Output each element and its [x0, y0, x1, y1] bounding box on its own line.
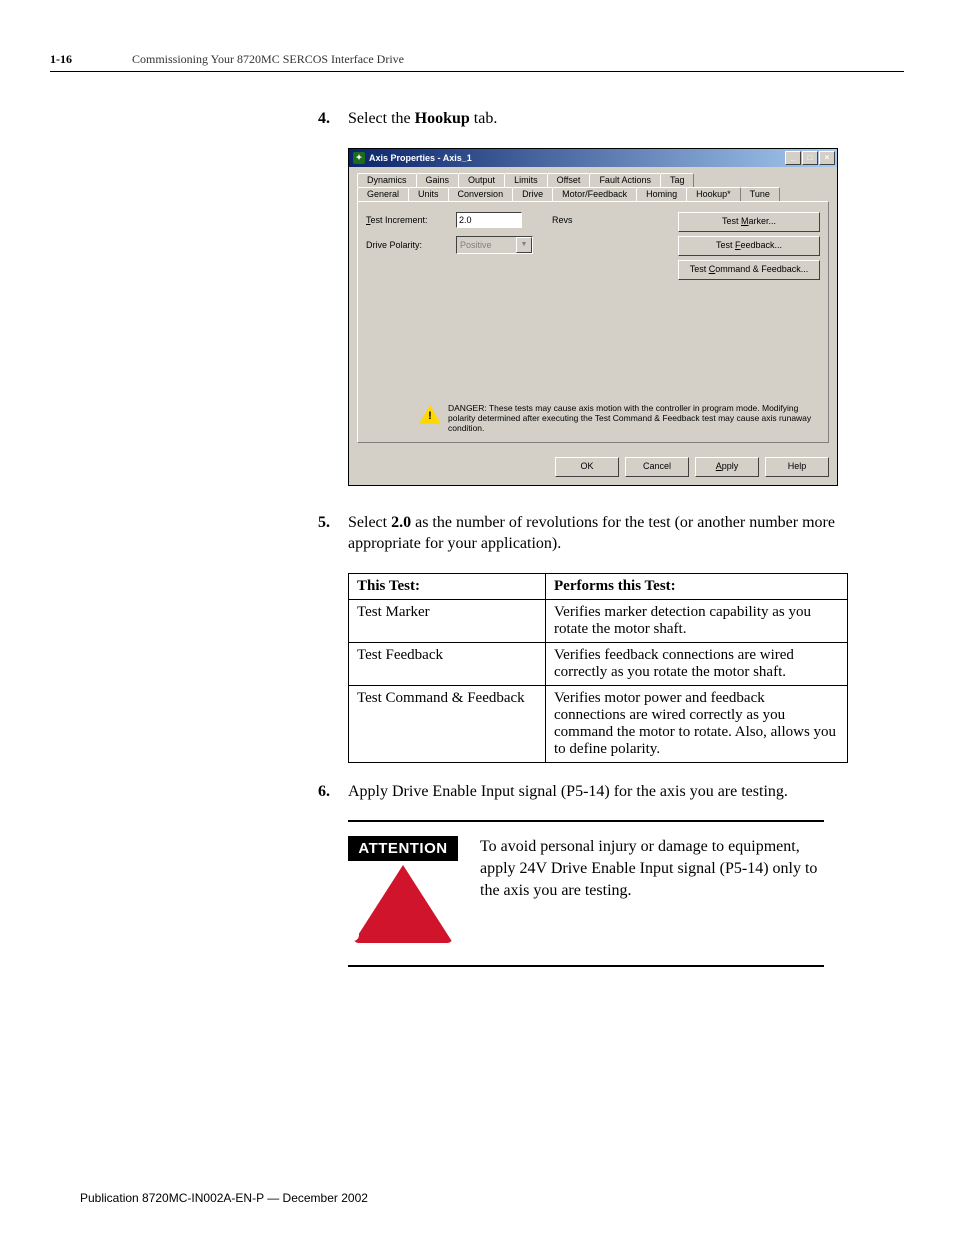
drive-polarity-value: Positive: [460, 240, 492, 250]
main-content: 4. Select the Hookup tab. ✦ Axis Propert…: [318, 108, 854, 967]
tab-panel-hookup: Test Increment: 2.0 Revs Drive Polarity:…: [357, 201, 829, 443]
axis-properties-dialog: ✦ Axis Properties - Axis_1 _ □ × Dynamic…: [348, 148, 838, 486]
publication-footer: Publication 8720MC-IN002A-EN-P — Decembe…: [80, 1191, 368, 1205]
apply-button[interactable]: Apply: [695, 457, 759, 477]
exclamation-body: [348, 887, 358, 923]
test-command-feedback-button[interactable]: Test Command & Feedback...: [678, 260, 820, 280]
attention-triangle-icon: [353, 865, 453, 943]
ok-button[interactable]: OK: [555, 457, 619, 477]
attention-box: ATTENTION To avoid personal injury or da…: [348, 820, 824, 967]
step-number: 5.: [318, 512, 348, 555]
attention-icon-column: ATTENTION: [348, 836, 458, 945]
warning-icon: !: [418, 404, 442, 426]
table-row: Test Feedback Verifies feedback connecti…: [349, 642, 848, 685]
step-6: 6. Apply Drive Enable Input signal (P5-1…: [318, 781, 854, 803]
tab-motor-feedback[interactable]: Motor/Feedback: [552, 187, 637, 201]
step-text: Apply Drive Enable Input signal (P5-14) …: [348, 781, 854, 803]
tab-conversion[interactable]: Conversion: [448, 187, 514, 201]
test-increment-unit: Revs: [552, 215, 573, 225]
dialog-title: Axis Properties - Axis_1: [369, 153, 785, 163]
attention-label: ATTENTION: [348, 836, 457, 861]
drive-polarity-select[interactable]: Positive ▼: [456, 236, 533, 254]
maximize-button[interactable]: □: [802, 151, 818, 165]
step-4: 4. Select the Hookup tab.: [318, 108, 854, 130]
page-number: 1-16: [50, 52, 72, 67]
tab-offset[interactable]: Offset: [547, 173, 591, 187]
test-buttons: Test Marker... Test Feedback... Test Com…: [678, 212, 820, 280]
test-increment-input[interactable]: 2.0: [456, 212, 522, 228]
close-button[interactable]: ×: [819, 151, 835, 165]
minimize-button[interactable]: _: [785, 151, 801, 165]
tab-gains[interactable]: Gains: [416, 173, 460, 187]
step-text: Select the Hookup tab.: [348, 108, 854, 130]
tests-table: This Test: Performs this Test: Test Mark…: [348, 573, 848, 763]
page-header: 1-16 Commissioning Your 8720MC SERCOS In…: [50, 52, 904, 72]
danger-text: DANGER: These tests may cause axis motio…: [448, 404, 820, 433]
tab-drive[interactable]: Drive: [512, 187, 553, 201]
tab-output[interactable]: Output: [458, 173, 505, 187]
step-number: 4.: [318, 108, 348, 130]
step-5: 5. Select 2.0 as the number of revolutio…: [318, 512, 854, 555]
table-header-2: Performs this Test:: [546, 573, 848, 599]
tab-general[interactable]: General: [357, 187, 409, 201]
test-increment-label: Test Increment:: [366, 215, 456, 225]
help-button[interactable]: Help: [765, 457, 829, 477]
tab-dynamics[interactable]: Dynamics: [357, 173, 417, 187]
cancel-button[interactable]: Cancel: [625, 457, 689, 477]
tab-fault-actions[interactable]: Fault Actions: [589, 173, 661, 187]
test-marker-button[interactable]: Test Marker...: [678, 212, 820, 232]
table-header-1: This Test:: [349, 573, 546, 599]
tab-tag[interactable]: Tag: [660, 173, 695, 187]
dialog-icon: ✦: [353, 152, 365, 164]
table-row: Test Marker Verifies marker detection ca…: [349, 599, 848, 642]
tab-limits[interactable]: Limits: [504, 173, 548, 187]
tabs-row-1: Dynamics Gains Output Limits Offset Faul…: [357, 173, 829, 201]
dialog-body: Dynamics Gains Output Limits Offset Faul…: [349, 167, 837, 451]
attention-text: To avoid personal injury or damage to eq…: [480, 836, 824, 945]
step-number: 6.: [318, 781, 348, 803]
chevron-down-icon: ▼: [516, 237, 532, 253]
table-row: Test Command & Feedback Verifies motor p…: [349, 685, 848, 762]
chapter-title: Commissioning Your 8720MC SERCOS Interfa…: [132, 52, 404, 67]
tab-units[interactable]: Units: [408, 187, 449, 201]
drive-polarity-label: Drive Polarity:: [366, 240, 456, 250]
tab-hookup[interactable]: Hookup*: [686, 187, 741, 201]
tab-tune[interactable]: Tune: [740, 187, 780, 201]
danger-message: ! DANGER: These tests may cause axis mot…: [418, 404, 820, 433]
dialog-titlebar: ✦ Axis Properties - Axis_1 _ □ ×: [349, 149, 837, 167]
dialog-footer: OK Cancel Apply Help: [349, 451, 837, 485]
test-feedback-button[interactable]: Test Feedback...: [678, 236, 820, 256]
step-text: Select 2.0 as the number of revolutions …: [348, 512, 854, 555]
tab-homing[interactable]: Homing: [636, 187, 687, 201]
